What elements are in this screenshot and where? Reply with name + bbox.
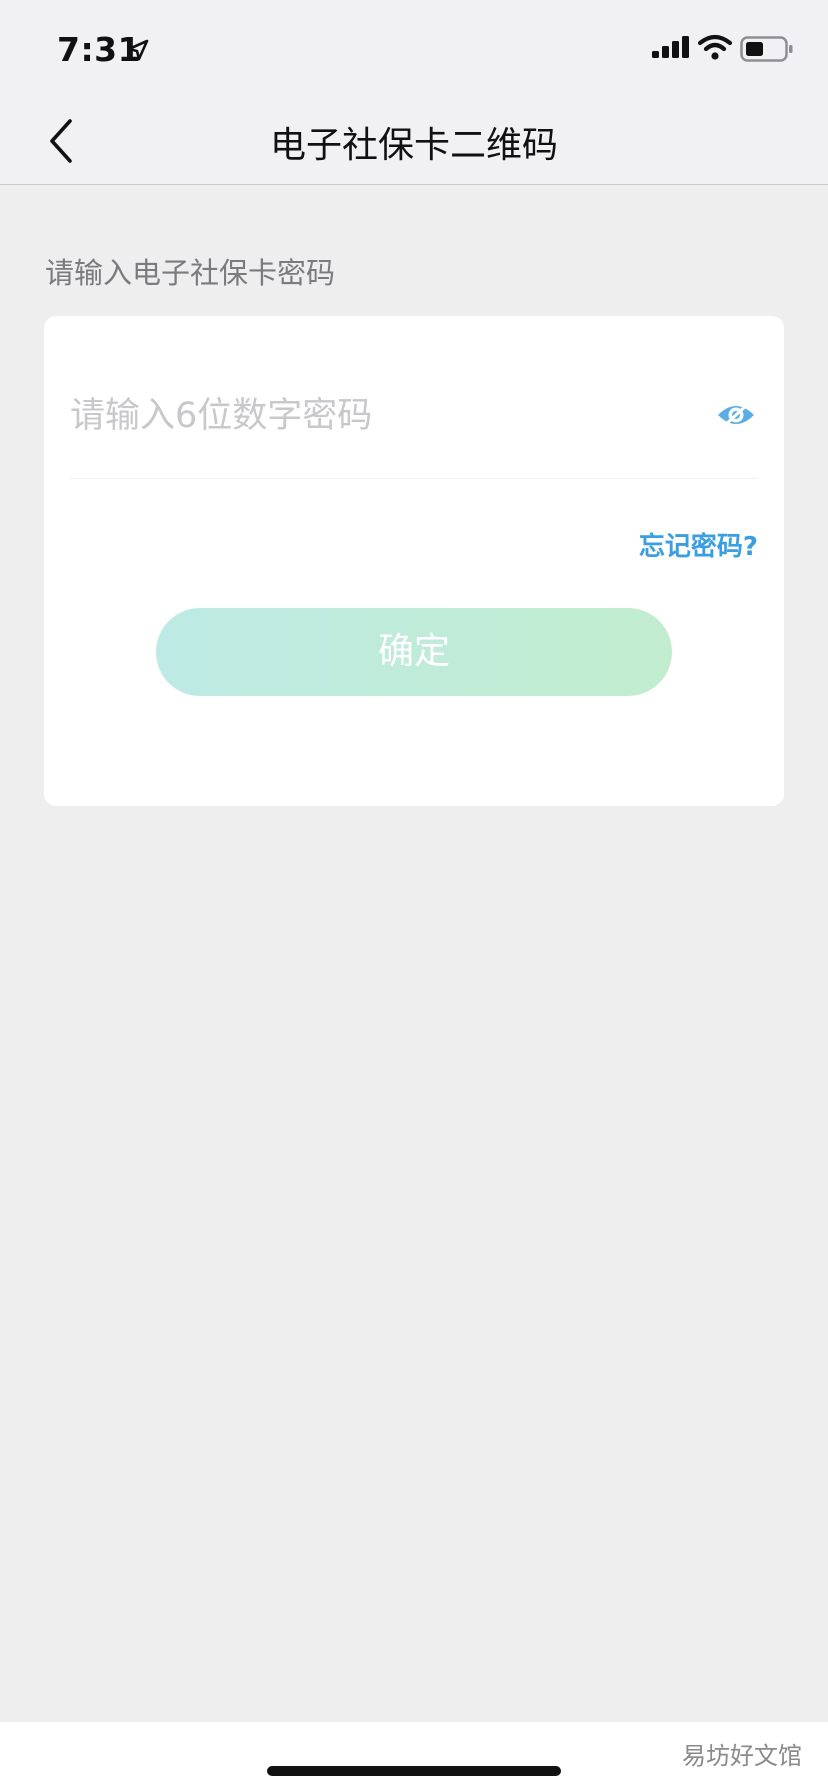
forgot-password-link[interactable]: 忘记密码?: [639, 526, 758, 563]
location-arrow-icon: [127, 39, 149, 61]
cellular-signal-icon: [652, 36, 689, 58]
battery-icon: [740, 36, 793, 62]
wifi-icon: [698, 34, 732, 60]
status-bar: 7:31: [0, 0, 828, 96]
password-input[interactable]: [70, 388, 680, 444]
page-title: 电子社保卡二维码: [269, 125, 558, 166]
section-label: 请输入电子社保卡密码: [45, 256, 336, 290]
eye-icon[interactable]: [716, 398, 756, 432]
home-indicator[interactable]: [267, 1766, 561, 1776]
confirm-button[interactable]: 确定: [156, 608, 672, 696]
home-area: 易坊好文馆: [0, 1722, 828, 1792]
password-card: 忘记密码? 确定: [44, 316, 784, 806]
watermark: 易坊好文馆: [682, 1742, 802, 1770]
input-divider: [70, 478, 758, 479]
navigation-bar: 电子社保卡二维码: [0, 96, 828, 185]
